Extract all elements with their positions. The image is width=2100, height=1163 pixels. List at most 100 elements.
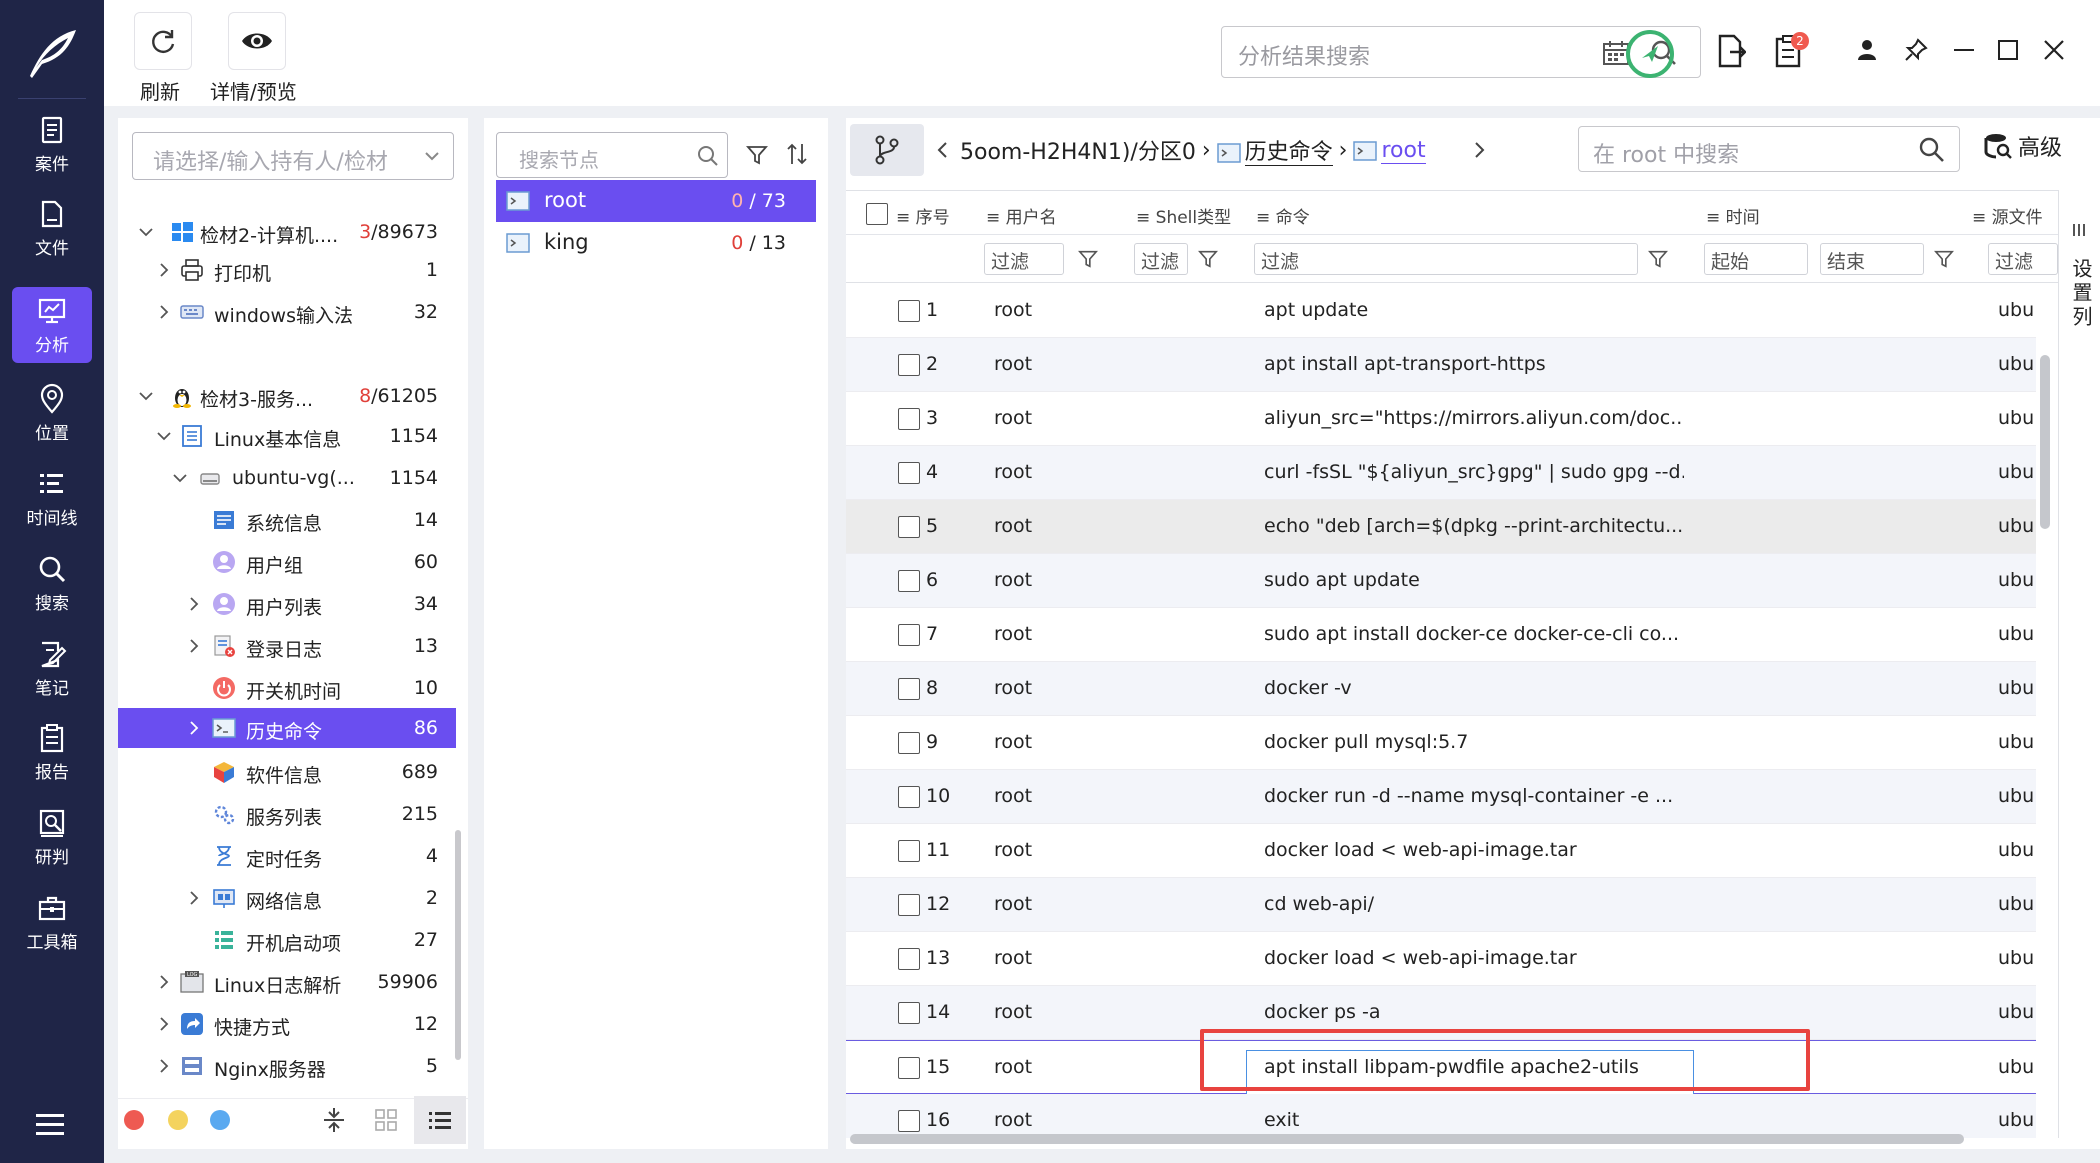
chevron-down-icon[interactable]: [136, 386, 156, 406]
nav-item-file[interactable]: 文件: [12, 190, 92, 266]
nav-item-note[interactable]: 笔记: [12, 630, 92, 706]
tree-item[interactable]: 打印机 1: [118, 250, 456, 290]
nav-item-judge[interactable]: 研判: [12, 799, 92, 875]
chevron-right-icon[interactable]: [1472, 140, 1486, 160]
header-time[interactable]: ≡ 时间: [1706, 203, 1760, 228]
table-row[interactable]: 11 root docker load < web-api-image.tar ubu: [846, 824, 2036, 878]
table-row[interactable]: 7 root sudo apt install docker-ce docker-c…: [846, 608, 2036, 662]
tree-item[interactable]: Nginx服务器 5: [118, 1046, 456, 1086]
table-row[interactable]: 2 root apt install apt-transport-https ubu: [846, 338, 2036, 392]
row-checkbox[interactable]: [898, 894, 920, 916]
table-horizontal-scrollbar[interactable]: [850, 1134, 1964, 1144]
breadcrumb-history-commands[interactable]: 历史命令: [1216, 134, 1333, 166]
tree-item[interactable]: 软件信息 689: [118, 752, 456, 792]
row-checkbox[interactable]: [898, 516, 920, 538]
task-status-icon[interactable]: [1624, 28, 1676, 80]
table-row[interactable]: 6 root sudo apt update ubu: [846, 554, 2036, 608]
filter-icon[interactable]: [1078, 249, 1098, 269]
row-checkbox[interactable]: [898, 678, 920, 700]
advanced-search-button[interactable]: 高级: [1984, 130, 2062, 162]
filter-icon[interactable]: [1648, 249, 1668, 269]
node-search-input[interactable]: 搜索节点: [496, 132, 728, 178]
grid-view-icon[interactable]: [374, 1108, 398, 1132]
tree-item[interactable]: 历史命令 86: [118, 708, 456, 748]
row-checkbox[interactable]: [898, 570, 920, 592]
table-row[interactable]: 5 root echo "deb [arch=$(dpkg --print-arch…: [846, 500, 2036, 554]
refresh-button[interactable]: [134, 12, 192, 70]
nav-item-toolbox[interactable]: 工具箱: [12, 884, 92, 960]
chevron-right-icon[interactable]: [154, 1014, 174, 1034]
node-item-king[interactable]: king 0 / 13: [496, 222, 816, 264]
table-row[interactable]: 12 root cd web-api/ubu: [846, 878, 2036, 932]
command-filter-input[interactable]: 过滤: [1254, 243, 1638, 275]
chevron-down-icon[interactable]: [136, 222, 156, 242]
preview-button[interactable]: [228, 12, 286, 70]
scoped-search-input[interactable]: 在 root 中搜索: [1578, 126, 1960, 172]
tree-item[interactable]: 开关机时间 10: [118, 668, 456, 708]
minimize-icon[interactable]: [1954, 48, 1974, 52]
breadcrumb-root[interactable]: root: [1353, 137, 1426, 164]
nav-item-report[interactable]: 报告: [12, 714, 92, 790]
table-row[interactable]: 8 root docker -v ubu: [846, 662, 2036, 716]
chevron-right-icon[interactable]: [184, 636, 204, 656]
row-checkbox[interactable]: [898, 300, 920, 322]
nav-item-analysis[interactable]: 分析: [12, 287, 92, 363]
table-row[interactable]: 13 root docker load < web-api-image.tar ubu: [846, 932, 2036, 986]
column-settings-button[interactable]: 设置列: [2058, 190, 2100, 1138]
collapse-all-icon[interactable]: [322, 1106, 346, 1134]
chevron-right-icon[interactable]: [184, 594, 204, 614]
header-command[interactable]: ≡ 命令: [1256, 203, 1310, 228]
chevron-down-icon[interactable]: [154, 426, 174, 446]
yellow-tag-filter[interactable]: [168, 1110, 188, 1130]
row-checkbox[interactable]: [898, 408, 920, 430]
tree-item[interactable]: 系统信息 14: [118, 500, 456, 540]
nav-item-search[interactable]: 搜索: [12, 545, 92, 621]
nav-item-case[interactable]: 案件: [12, 106, 92, 182]
filter-icon[interactable]: [1198, 249, 1218, 269]
header-source[interactable]: ≡ 源文件: [1972, 203, 2043, 228]
pin-icon[interactable]: [1904, 38, 1928, 62]
header-shell[interactable]: ≡ Shell类型: [1136, 203, 1231, 228]
export-file-icon[interactable]: [1716, 34, 1746, 68]
table-row[interactable]: 9 root docker pull mysql:5.7 ubu: [846, 716, 2036, 770]
row-checkbox[interactable]: [898, 1002, 920, 1024]
sort-icon[interactable]: [786, 142, 808, 166]
user-icon[interactable]: [1856, 38, 1878, 62]
row-checkbox[interactable]: [898, 1057, 920, 1079]
list-view-button[interactable]: [414, 1096, 466, 1144]
table-row[interactable]: 16 root exit ubu: [846, 1094, 2036, 1138]
row-checkbox[interactable]: [898, 354, 920, 376]
table-row[interactable]: 4 root curl -fsSL "${aliyun_src}gpg" | sud…: [846, 446, 2036, 500]
user-filter-input[interactable]: 过滤: [984, 243, 1064, 275]
chevron-right-icon[interactable]: [154, 972, 174, 992]
source-filter-input[interactable]: 过滤: [1988, 243, 2058, 275]
tree-item[interactable]: 定时任务 4: [118, 836, 456, 876]
chevron-left-icon[interactable]: [936, 140, 950, 160]
filter-icon[interactable]: [1934, 249, 1954, 269]
table-row[interactable]: 10 root docker run -d --name mysql-contain…: [846, 770, 2036, 824]
blue-tag-filter[interactable]: [210, 1110, 230, 1130]
time-end-input[interactable]: 结束: [1820, 243, 1924, 275]
tree-item[interactable]: windows输入法 32: [118, 292, 456, 332]
table-vertical-scrollbar[interactable]: [2040, 355, 2050, 529]
tree-item[interactable]: ubuntu-vg(... 1154: [118, 458, 456, 498]
chevron-down-icon[interactable]: [170, 468, 190, 488]
row-checkbox[interactable]: [898, 732, 920, 754]
shell-filter-input[interactable]: 过滤: [1134, 243, 1188, 275]
tree-scrollbar[interactable]: [455, 830, 461, 1060]
row-checkbox[interactable]: [898, 786, 920, 808]
row-checkbox[interactable]: [898, 840, 920, 862]
tree-item[interactable]: 快捷方式 12: [118, 1004, 456, 1044]
row-checkbox[interactable]: [898, 624, 920, 646]
header-seq[interactable]: ≡ 序号: [896, 203, 950, 228]
time-start-input[interactable]: 起始: [1704, 243, 1808, 275]
tree-item[interactable]: 检材2-计算机.... 3/89673: [118, 212, 456, 252]
red-tag-filter[interactable]: [124, 1110, 144, 1130]
table-row[interactable]: 15 root apt install libpam-pwdfile apache2…: [846, 1029, 2036, 1096]
tree-item[interactable]: 网络信息 2: [118, 878, 456, 918]
select-all-checkbox[interactable]: [866, 203, 888, 225]
tree-item[interactable]: 登录日志 13: [118, 626, 456, 666]
row-checkbox[interactable]: [898, 462, 920, 484]
nav-item-location[interactable]: 位置: [12, 375, 92, 451]
holder-select[interactable]: 请选择/输入持有人/检材: [132, 132, 454, 180]
